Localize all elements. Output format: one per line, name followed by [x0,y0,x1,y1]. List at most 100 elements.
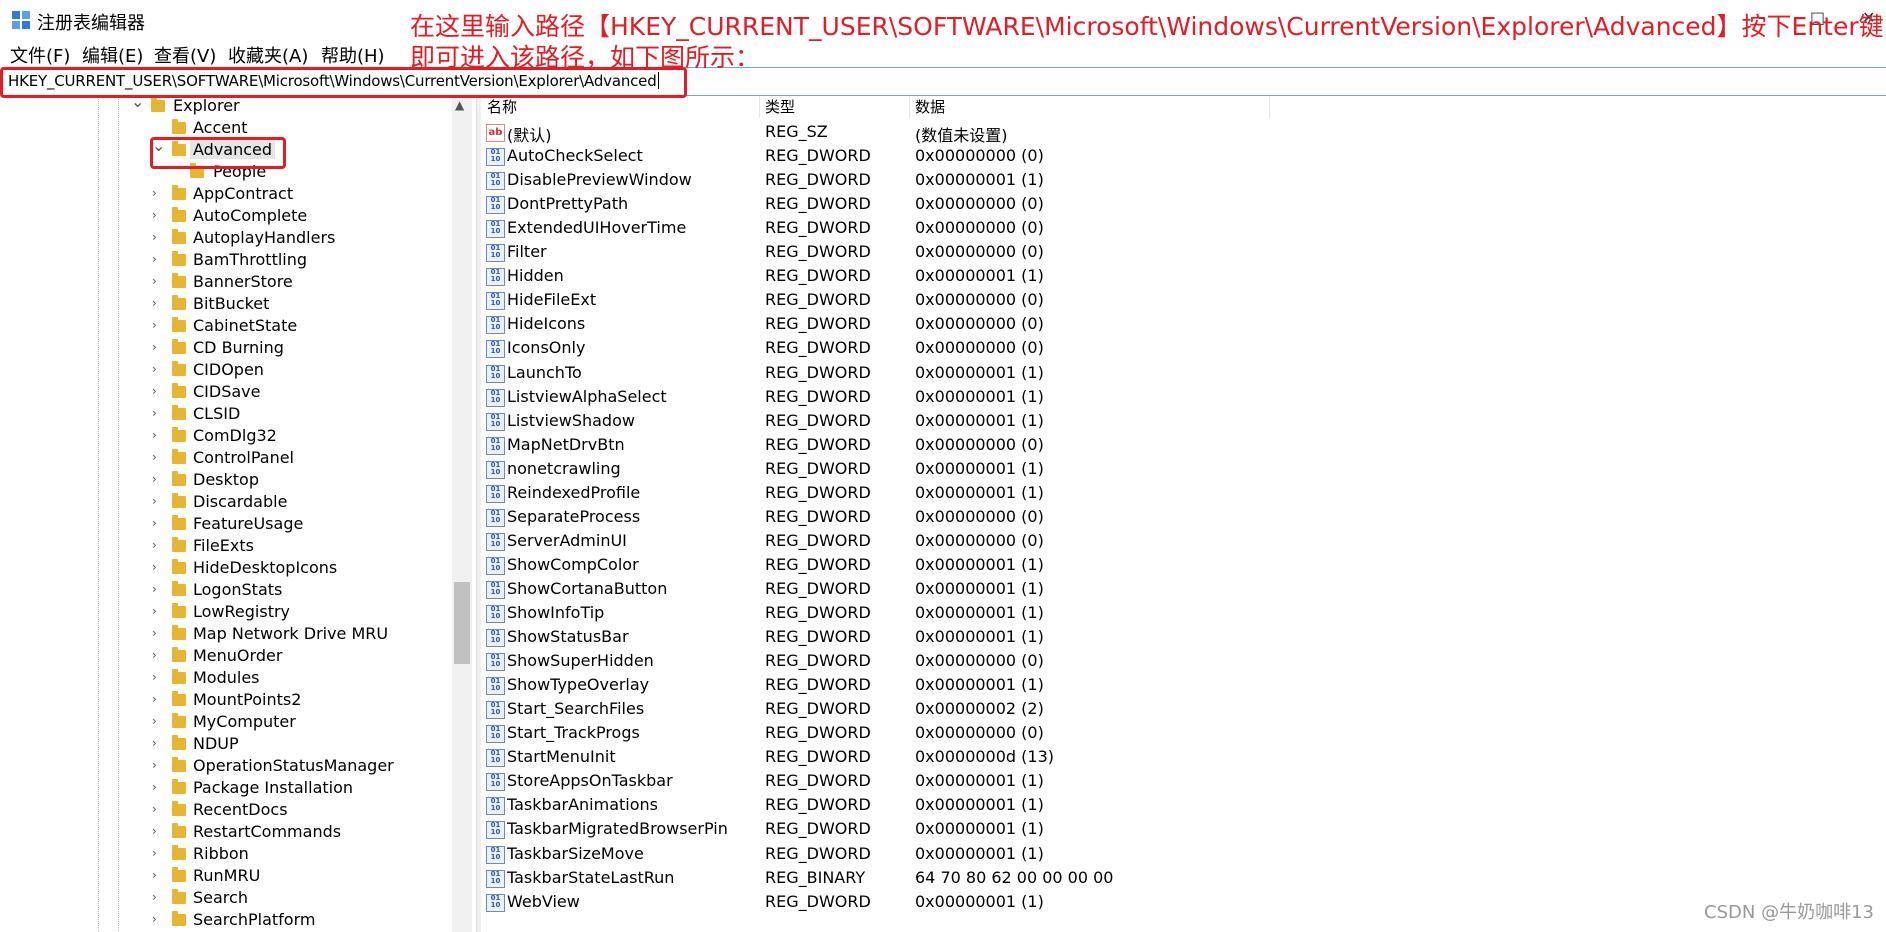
tree-item[interactable]: › Package Installation [0,778,450,800]
value-row[interactable]: 01 10 DisablePreviewWindow REG_DWORD 0x0000… [481,168,1881,192]
chevron-right-icon[interactable]: › [152,340,166,354]
tree-item[interactable]: › ComDlg32 [0,426,450,448]
tree-item[interactable]: › FeatureUsage [0,514,450,536]
tree-item[interactable]: › CIDOpen [0,360,450,382]
key-tree[interactable]: ⌄ Explorer Accent ⌄ Advanced People › AppContra… [0,96,472,932]
chevron-right-icon[interactable]: › [152,450,166,464]
tree-item[interactable]: › Discardable [0,492,450,514]
value-row[interactable]: 01 10 ExtendedUIHoverTime REG_DWORD 0x00000… [481,216,1881,240]
chevron-right-icon[interactable]: › [152,186,166,200]
value-row[interactable]: 01 10 StartMenuInit REG_DWORD 0x0000000d (1… [481,745,1881,769]
chevron-right-icon[interactable]: › [152,208,166,222]
menu-view[interactable]: 查看(V) [154,42,216,68]
menu-file[interactable]: 文件(F) [10,42,70,68]
value-row[interactable]: 01 10 ShowCortanaButton REG_DWORD 0x0000000… [481,577,1881,601]
tree-item[interactable]: › AppContract [0,184,450,206]
chevron-right-icon[interactable]: › [152,824,166,838]
menu-help[interactable]: 帮助(H) [321,42,385,68]
value-list[interactable]: 名称 类型 数据 ab (默认) REG_SZ (数值未设置) 01 10 AutoChe… [481,96,1886,932]
chevron-right-icon[interactable]: › [152,230,166,244]
value-row[interactable]: 01 10 nonetcrawling REG_DWORD 0x00000001 (1… [481,457,1881,481]
chevron-right-icon[interactable]: › [152,846,166,860]
column-separator[interactable] [1269,96,1270,118]
chevron-right-icon[interactable]: › [152,648,166,662]
chevron-right-icon[interactable]: › [152,362,166,376]
value-row[interactable]: 01 10 ShowCompColor REG_DWORD 0x00000001 (1… [481,553,1881,577]
chevron-down-icon[interactable]: ⌄ [131,96,145,111]
value-row[interactable]: 01 10 ServerAdminUI REG_DWORD 0x00000000 (0… [481,529,1881,553]
value-row[interactable]: 01 10 MapNetDrvBtn REG_DWORD 0x00000000 (0) [481,433,1881,457]
value-row[interactable]: 01 10 DontPrettyPath REG_DWORD 0x00000000 (… [481,192,1881,216]
value-row[interactable]: 01 10 AutoCheckSelect REG_DWORD 0x00000000 … [481,144,1881,168]
tree-item[interactable]: Accent [0,118,450,140]
chevron-right-icon[interactable]: › [152,780,166,794]
chevron-right-icon[interactable]: › [152,692,166,706]
tree-item[interactable]: › LogonStats [0,580,450,602]
chevron-right-icon[interactable]: › [152,626,166,640]
chevron-right-icon[interactable]: › [152,384,166,398]
scrollbar-thumb[interactable] [454,582,470,664]
chevron-right-icon[interactable]: › [152,274,166,288]
chevron-right-icon[interactable]: › [152,560,166,574]
address-path[interactable]: HKEY_CURRENT_USER\SOFTWARE\Microsoft\Win… [8,72,657,90]
tree-item[interactable]: › SearchPlatform [0,910,450,932]
tree-item[interactable]: › Search [0,888,450,910]
tree-item[interactable]: › RestartCommands [0,822,450,844]
chevron-right-icon[interactable]: › [152,912,166,926]
column-separator[interactable] [759,96,760,118]
tree-item[interactable]: › FileExts [0,536,450,558]
chevron-right-icon[interactable]: › [152,714,166,728]
tree-item[interactable]: › BannerStore [0,272,450,294]
column-header-data[interactable]: 数据 [915,96,945,118]
value-row[interactable]: 01 10 ShowStatusBar REG_DWORD 0x00000001 (1… [481,625,1881,649]
chevron-right-icon[interactable]: › [152,516,166,530]
value-row[interactable]: 01 10 TaskbarAnimations REG_DWORD 0x0000000… [481,793,1881,817]
value-row[interactable]: 01 10 Start_SearchFiles REG_DWORD 0x0000000… [481,697,1881,721]
scroll-up-icon[interactable]: ▲ [455,98,464,112]
tree-item[interactable]: › CLSID [0,404,450,426]
column-separator[interactable] [909,96,910,118]
tree-item[interactable]: › HideDesktopIcons [0,558,450,580]
value-row[interactable]: 01 10 HideFileExt REG_DWORD 0x00000000 (0) [481,288,1881,312]
value-row[interactable]: 01 10 TaskbarSizeMove REG_DWORD 0x00000001 … [481,842,1881,866]
value-row[interactable]: 01 10 WebView REG_DWORD 0x00000001 (1) [481,890,1881,914]
chevron-right-icon[interactable]: › [152,318,166,332]
value-row[interactable]: 01 10 HideIcons REG_DWORD 0x00000000 (0) [481,312,1881,336]
chevron-right-icon[interactable]: › [152,868,166,882]
chevron-right-icon[interactable]: › [152,472,166,486]
chevron-right-icon[interactable]: › [152,428,166,442]
menu-favorites[interactable]: 收藏夹(A) [228,42,308,68]
value-row[interactable]: 01 10 Start_TrackProgs REG_DWORD 0x00000000… [481,721,1881,745]
tree-item[interactable]: › BitBucket [0,294,450,316]
tree-item[interactable]: › AutoComplete [0,206,450,228]
tree-item[interactable]: › CD Burning [0,338,450,360]
value-row[interactable]: ab (默认) REG_SZ (数值未设置) [481,120,1881,145]
value-row[interactable]: 01 10 LaunchTo REG_DWORD 0x00000001 (1) [481,361,1881,385]
chevron-down-icon[interactable]: ⌄ [152,136,166,155]
tree-item[interactable]: › Ribbon [0,844,450,866]
menu-edit[interactable]: 编辑(E) [82,42,143,68]
tree-item[interactable]: › RunMRU [0,866,450,888]
tree-item[interactable]: › BamThrottling [0,250,450,272]
value-row[interactable]: 01 10 IconsOnly REG_DWORD 0x00000000 (0) [481,336,1881,360]
value-row[interactable]: 01 10 ShowInfoTip REG_DWORD 0x00000001 (1) [481,601,1881,625]
value-row[interactable]: 01 10 ShowSuperHidden REG_DWORD 0x00000000 … [481,649,1881,673]
tree-item[interactable]: ⌄ Advanced [0,136,450,162]
tree-item[interactable]: › Modules [0,668,450,690]
chevron-right-icon[interactable]: › [152,670,166,684]
tree-item[interactable]: › CIDSave [0,382,450,404]
chevron-right-icon[interactable]: › [152,604,166,618]
value-row[interactable]: 01 10 ListviewAlphaSelect REG_DWORD 0x00000… [481,385,1881,409]
value-row[interactable]: 01 10 Filter REG_DWORD 0x00000000 (0) [481,240,1881,264]
tree-item[interactable]: › LowRegistry [0,602,450,624]
tree-item[interactable]: › Desktop [0,470,450,492]
column-header-type[interactable]: 类型 [765,96,795,118]
chevron-right-icon[interactable]: › [152,252,166,266]
tree-item[interactable]: › MyComputer [0,712,450,734]
tree-item[interactable]: ⌄ Explorer [0,96,450,118]
chevron-right-icon[interactable]: › [152,758,166,772]
value-row[interactable]: 01 10 SeparateProcess REG_DWORD 0x00000000 … [481,505,1881,529]
tree-item[interactable]: › ControlPanel [0,448,450,470]
value-row[interactable]: 01 10 ShowTypeOverlay REG_DWORD 0x00000001 … [481,673,1881,697]
tree-item[interactable]: › MountPoints2 [0,690,450,712]
